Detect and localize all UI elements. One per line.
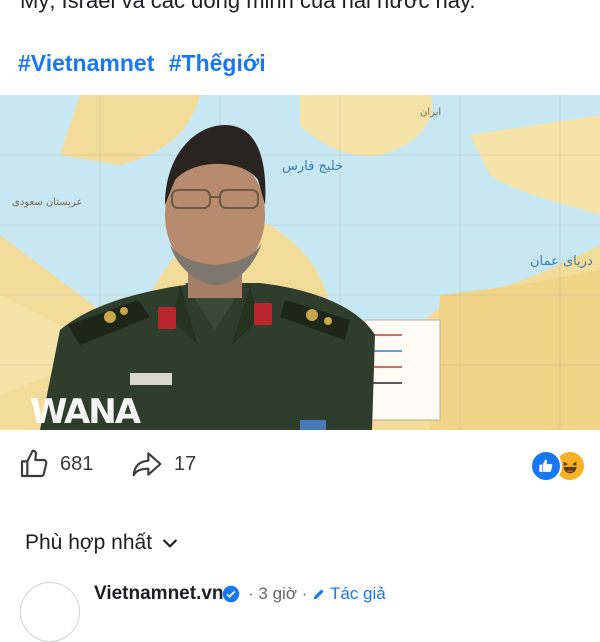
- share-arrow-icon: [132, 452, 162, 477]
- post-photo[interactable]: خليج فارس درياى عمان عربستان سعودى ایران: [0, 95, 600, 430]
- map-label-gulf: خليج فارس: [282, 159, 343, 174]
- share-count: 17: [174, 452, 197, 475]
- watermark: WANA: [30, 392, 142, 430]
- meta-separator-2: ·: [301, 584, 308, 603]
- comment-time: · 3 giờ ·: [248, 584, 307, 604]
- map-label-iran: ایران: [420, 107, 441, 118]
- reaction-summary[interactable]: [530, 450, 586, 482]
- sort-label: Phù hợp nhất: [25, 531, 153, 554]
- hashtag-row: #Vietnamnet #Thếgiới: [18, 50, 274, 77]
- map-label-region: عربستان سعودى: [12, 197, 82, 208]
- post-text: Mỹ, Israel và các đồng minh của hai nước…: [20, 0, 476, 13]
- time-label: 3 giờ: [258, 584, 297, 603]
- like-count: 681: [60, 452, 94, 475]
- post-actions: 681 17: [0, 440, 600, 492]
- share-button[interactable]: 17: [130, 448, 196, 480]
- thumbs-up-icon: [20, 449, 48, 478]
- pencil-icon: [313, 589, 324, 600]
- comment-author-name[interactable]: Vietnamnet.vn: [94, 583, 224, 605]
- author-badge: Tác giả: [312, 584, 386, 604]
- comment-item: Vietnamnet.vn · 3 giờ · Tác giả: [0, 578, 600, 642]
- like-button[interactable]: 681: [18, 448, 93, 480]
- hashtag-vietnamnet[interactable]: #Vietnamnet: [18, 50, 154, 76]
- meta-separator: ·: [248, 584, 254, 603]
- comment-sort-dropdown[interactable]: Phù hợp nhất: [25, 531, 180, 555]
- avatar[interactable]: [20, 582, 80, 642]
- map-label-oman: درياى عمان: [530, 254, 593, 269]
- chevron-down-icon: [163, 539, 177, 548]
- author-badge-label: Tác giả: [330, 584, 386, 603]
- verified-badge-icon: [222, 585, 240, 603]
- hashtag-thegioi[interactable]: #Thếgiới: [169, 50, 266, 76]
- like-reaction-icon: [530, 450, 562, 482]
